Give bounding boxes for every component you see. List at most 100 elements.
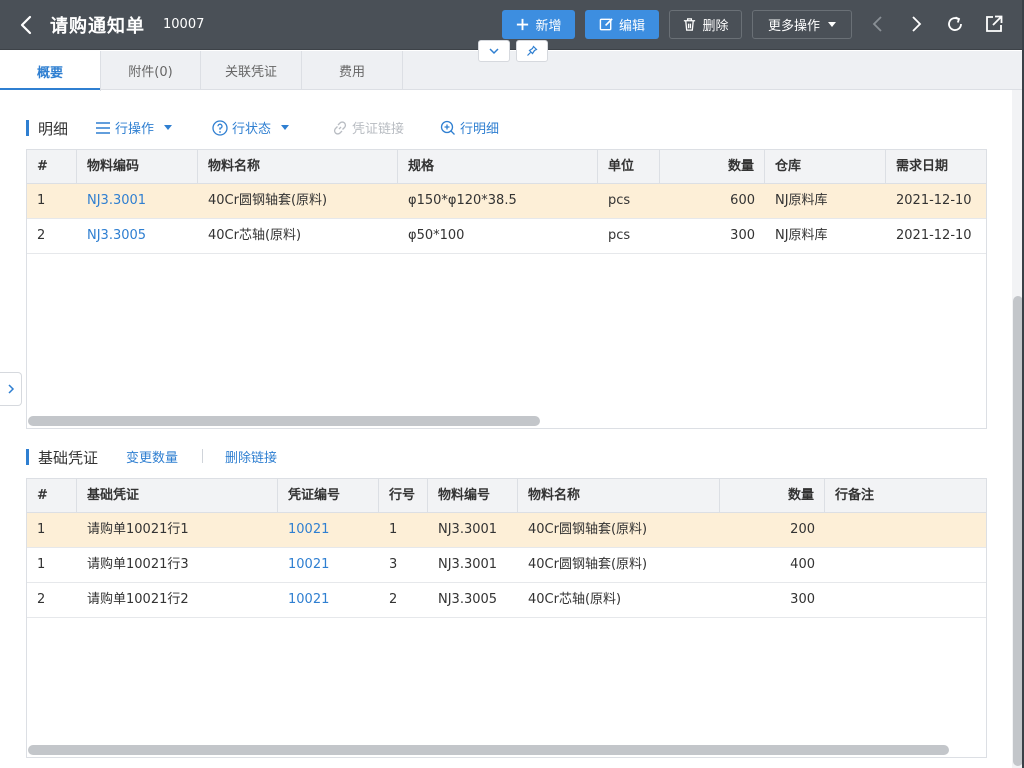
back-arrow-icon[interactable] xyxy=(14,11,40,39)
column-header[interactable]: 行号 xyxy=(379,479,428,513)
pin-icon xyxy=(527,45,538,56)
change-quantity-link[interactable]: 变更数量 xyxy=(126,447,178,466)
column-header[interactable]: 数量 xyxy=(660,150,765,184)
quantity: 600 xyxy=(730,193,755,208)
trash-icon xyxy=(684,18,696,31)
line-remark xyxy=(825,548,986,582)
edit-button[interactable]: 编辑 xyxy=(585,10,659,39)
required-date: 2021-12-10 xyxy=(896,193,972,208)
material-code-link[interactable]: NJ3.3005 xyxy=(77,219,198,253)
chevron-right-icon xyxy=(7,384,14,394)
base-grid-header: # 基础凭证 凭证编号 行号 物料编号 物料名称 数量 行备注 xyxy=(27,479,986,513)
tab-related-vouchers[interactable]: 关联凭证 xyxy=(201,51,302,90)
delete-button-label: 删除 xyxy=(702,19,729,34)
column-header[interactable]: 仓库 xyxy=(765,150,886,184)
refresh-icon[interactable] xyxy=(943,12,967,36)
column-header[interactable]: # xyxy=(27,479,77,513)
collapse-header-button[interactable] xyxy=(478,40,510,62)
base-voucher: 请购单10021行3 xyxy=(87,557,189,572)
column-header[interactable]: 物料名称 xyxy=(518,479,720,513)
warehouse: NJ原料库 xyxy=(775,228,828,243)
row-operations-label: 行操作 xyxy=(115,122,155,137)
tab-overview[interactable]: 概要 xyxy=(0,51,101,91)
column-header[interactable]: 凭证编号 xyxy=(278,479,379,513)
pin-header-button[interactable] xyxy=(516,40,548,62)
voucher-number-link[interactable]: 10021 xyxy=(278,583,379,617)
next-record-icon[interactable] xyxy=(904,12,928,36)
edit-button-label: 编辑 xyxy=(618,19,645,34)
unit: pcs xyxy=(608,193,631,208)
column-header[interactable]: 单位 xyxy=(598,150,660,184)
row-status-dropdown[interactable]: 行状态 xyxy=(212,118,290,137)
column-header[interactable]: 物料编号 xyxy=(428,479,518,513)
voucher-number-link[interactable]: 10021 xyxy=(278,513,379,547)
row-operations-dropdown[interactable]: 行操作 xyxy=(95,118,173,137)
material-name: 40Cr圆钢轴套(原料) xyxy=(528,557,648,572)
more-actions-dropdown[interactable]: 更多操作 xyxy=(752,10,852,39)
table-row[interactable]: 1 请购单10021行3 10021 3 NJ3.3001 40Cr圆钢轴套(原… xyxy=(27,548,986,583)
column-header[interactable]: 行备注 xyxy=(825,479,986,513)
required-date: 2021-12-10 xyxy=(896,228,972,243)
edit-icon xyxy=(599,18,613,31)
delete-link-button[interactable]: 删除链接 xyxy=(225,447,277,466)
caret-down-icon xyxy=(164,125,173,130)
caret-down-icon xyxy=(828,22,836,27)
column-header[interactable]: 需求日期 xyxy=(886,150,986,184)
new-button[interactable]: 新增 xyxy=(502,10,575,39)
caret-down-icon xyxy=(281,125,290,130)
material-name: 40Cr圆钢轴套(原料) xyxy=(208,193,328,208)
material-name: 40Cr圆钢轴套(原料) xyxy=(528,522,648,537)
table-row[interactable]: 1 请购单10021行1 10021 1 NJ3.3001 40Cr圆钢轴套(原… xyxy=(27,513,986,548)
quantity: 200 xyxy=(790,522,815,537)
detail-grid: # 物料编码 物料名称 规格 单位 数量 仓库 需求日期 1 NJ3.3001 … xyxy=(26,149,987,429)
material-code: NJ3.3001 xyxy=(438,522,498,537)
chevron-down-icon xyxy=(489,48,499,55)
zoom-in-icon xyxy=(440,120,455,135)
previous-record-icon[interactable] xyxy=(866,12,890,36)
voucher-link-label: 凭证链接 xyxy=(352,122,405,137)
row-status-label: 行状态 xyxy=(232,122,272,137)
new-button-label: 新增 xyxy=(535,19,562,34)
voucher-link-button[interactable]: 凭证链接 xyxy=(332,118,404,137)
spec: φ50*100 xyxy=(408,228,465,243)
tab-bar: 概要 附件(0) 关联凭证 费用 xyxy=(0,51,1022,91)
table-row[interactable]: 1 NJ3.3001 40Cr圆钢轴套(原料) φ150*φ120*38.5 p… xyxy=(27,184,986,219)
toolbar-divider xyxy=(202,449,203,463)
side-panel-expander[interactable] xyxy=(0,372,22,406)
base-voucher: 请购单10021行2 xyxy=(87,592,189,607)
column-header[interactable]: 物料编码 xyxy=(77,150,198,184)
column-header[interactable]: # xyxy=(27,150,77,184)
detail-section-title: 明细 xyxy=(26,118,68,139)
base-voucher-section-title: 基础凭证 xyxy=(26,447,98,468)
spec: φ150*φ120*38.5 xyxy=(408,193,517,208)
top-header: 请购通知单 10007 新增 编辑 删除 更多操作 xyxy=(0,0,1024,50)
row-detail-button[interactable]: 行明细 xyxy=(440,118,499,137)
tab-attachments[interactable]: 附件(0) xyxy=(101,51,201,90)
link-icon xyxy=(333,120,347,135)
unit: pcs xyxy=(608,228,631,243)
list-icon xyxy=(96,121,110,134)
open-new-window-icon[interactable] xyxy=(982,12,1006,36)
delete-button[interactable]: 删除 xyxy=(669,10,742,39)
voucher-number-link[interactable]: 10021 xyxy=(278,548,379,582)
material-name: 40Cr芯轴(原料) xyxy=(208,228,302,243)
table-row[interactable]: 2 请购单10021行2 10021 2 NJ3.3005 40Cr芯轴(原料)… xyxy=(27,583,986,618)
material-code-link[interactable]: NJ3.3001 xyxy=(77,184,198,218)
page-title: 请购通知单 xyxy=(50,16,145,37)
more-actions-label: 更多操作 xyxy=(767,19,820,34)
column-header[interactable]: 基础凭证 xyxy=(77,479,278,513)
column-header[interactable]: 物料名称 xyxy=(198,150,398,184)
warehouse: NJ原料库 xyxy=(775,193,828,208)
column-header[interactable]: 规格 xyxy=(398,150,598,184)
table-row[interactable]: 2 NJ3.3005 40Cr芯轴(原料) φ50*100 pcs 300 NJ… xyxy=(27,219,986,254)
row-index: 2 xyxy=(37,592,46,607)
tab-costs[interactable]: 费用 xyxy=(302,51,403,90)
quantity: 300 xyxy=(790,592,815,607)
base-horizontal-scrollbar[interactable] xyxy=(28,745,949,755)
quantity: 300 xyxy=(730,228,755,243)
material-code: NJ3.3005 xyxy=(438,592,498,607)
row-index: 1 xyxy=(37,193,46,208)
detail-horizontal-scrollbar[interactable] xyxy=(28,416,540,426)
quantity: 400 xyxy=(790,557,815,572)
column-header[interactable]: 数量 xyxy=(720,479,825,513)
